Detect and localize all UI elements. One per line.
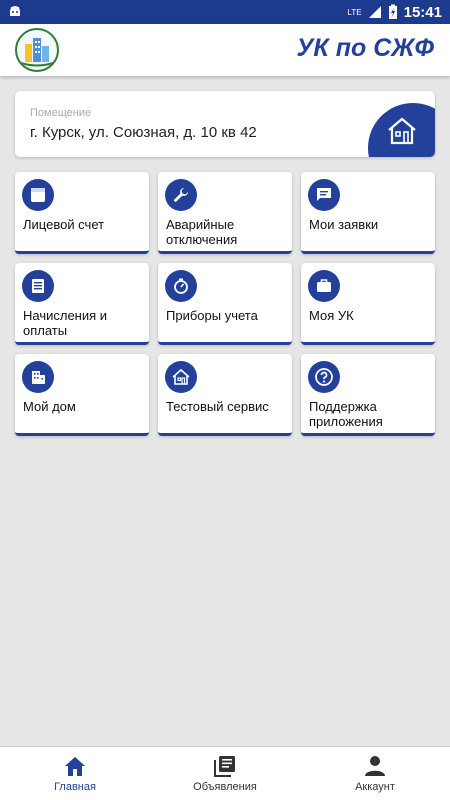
tile-label: Начисления и оплаты <box>23 308 108 338</box>
tile-label: Моя УК <box>309 308 354 323</box>
tile-app-support[interactable]: Поддержка приложения <box>301 354 435 436</box>
tile-my-requests[interactable]: Мои заявки <box>301 172 435 254</box>
nav-announcements[interactable]: Объявления <box>150 747 300 800</box>
signal-icon <box>368 6 381 18</box>
nav-account[interactable]: Аккаунт <box>300 747 450 800</box>
person-icon <box>365 756 385 776</box>
tile-charges-payments[interactable]: Начисления и оплаты <box>15 263 149 345</box>
tile-test-service[interactable]: Тестовый сервис <box>158 354 292 436</box>
tile-label: Поддержка приложения <box>309 399 383 429</box>
account-card-icon <box>22 179 54 211</box>
premises-address: г. Курск, ул. Союзная, д. 10 кв 42 <box>30 124 257 141</box>
app-title: УК по СЖФ <box>296 34 435 62</box>
tile-my-house[interactable]: Мой дом <box>15 354 149 436</box>
building-icon <box>22 361 54 393</box>
app-bar: УК по СЖФ <box>0 24 450 76</box>
news-icon <box>214 756 235 777</box>
nav-account-label: Аккаунт <box>355 781 395 793</box>
receipt-icon <box>22 270 54 302</box>
battery-charging-icon <box>388 4 397 19</box>
tile-meters[interactable]: Приборы учета <box>158 263 292 345</box>
premises-label: Помещение <box>30 107 92 119</box>
tile-emergency-outages[interactable]: Аварийные отключения <box>158 172 292 254</box>
tile-my-management-company[interactable]: Моя УК <box>301 263 435 345</box>
tile-label: Лицевой счет <box>23 217 105 232</box>
status-bar: LTE 15:41 <box>0 0 450 24</box>
message-icon <box>308 179 340 211</box>
home-icon <box>65 757 85 776</box>
clock: 15:41 <box>403 3 442 21</box>
premises-card[interactable]: Помещение г. Курск, ул. Союзная, д. 10 к… <box>15 91 435 157</box>
tile-label: Приборы учета <box>166 308 258 323</box>
tile-label: Тестовый сервис <box>166 399 269 414</box>
nav-home-label: Главная <box>54 781 96 793</box>
tile-label: Мой дом <box>23 399 76 414</box>
meter-icon <box>165 270 197 302</box>
network-type: LTE <box>347 7 362 17</box>
premises-select-button[interactable] <box>368 103 435 157</box>
building-logo-icon <box>15 28 59 72</box>
house-icon <box>388 117 416 145</box>
house-icon <box>165 361 197 393</box>
tile-label: Аварийные отключения <box>166 217 238 247</box>
bottom-navigation: Главная Объявления Аккаунт <box>0 746 450 800</box>
nav-home[interactable]: Главная <box>0 747 150 800</box>
tile-label: Мои заявки <box>309 217 379 232</box>
nav-announcements-label: Объявления <box>193 781 257 793</box>
tile-personal-account[interactable]: Лицевой счет <box>15 172 149 254</box>
wrench-icon <box>165 179 197 211</box>
briefcase-icon <box>308 270 340 302</box>
help-icon <box>308 361 340 393</box>
android-icon <box>10 6 20 16</box>
